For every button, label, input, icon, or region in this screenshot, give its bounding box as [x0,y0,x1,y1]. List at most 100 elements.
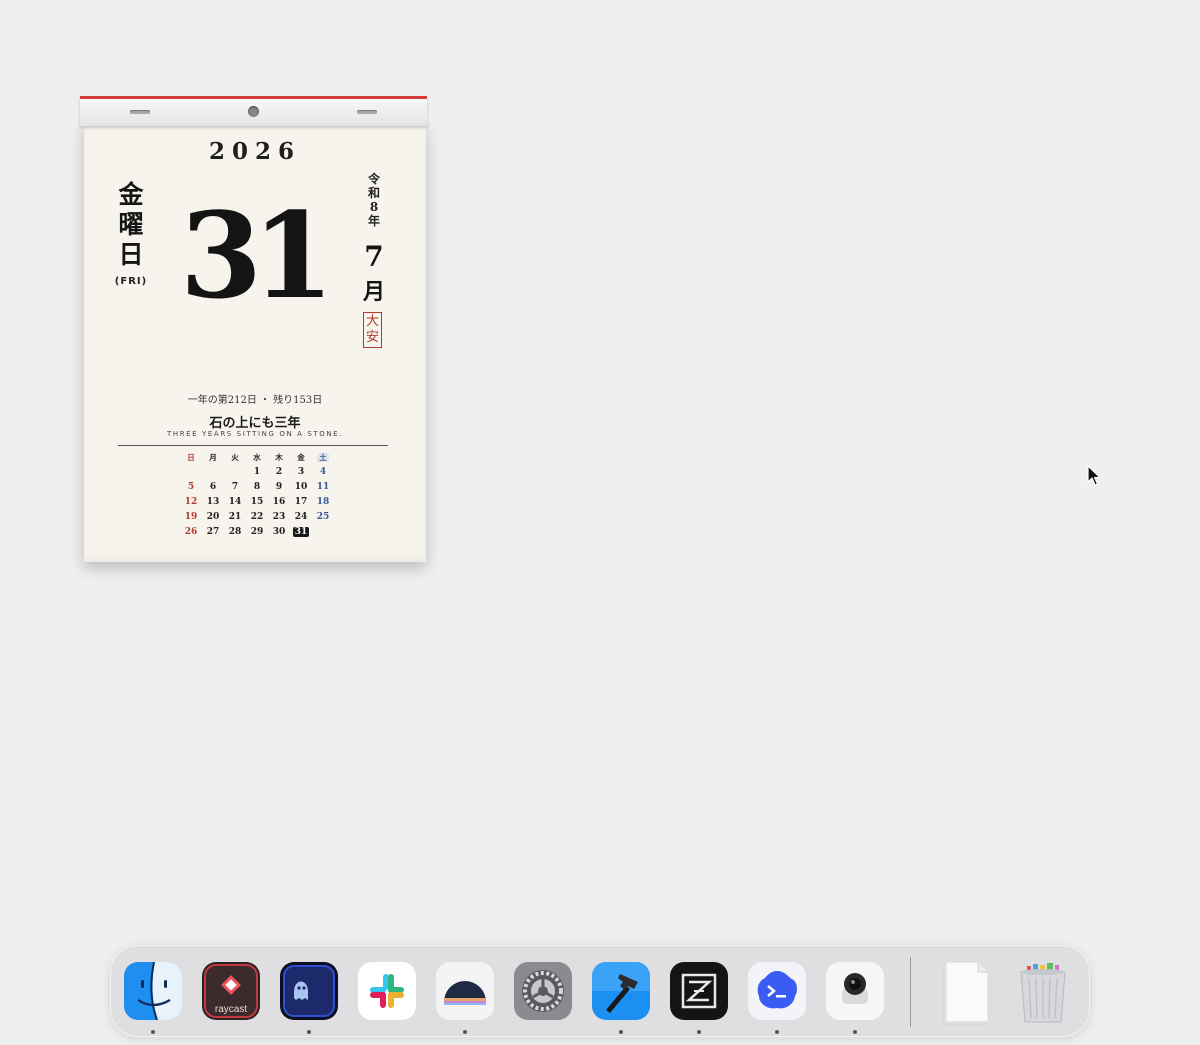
mini-calendar-day: 2 [275,466,283,477]
mini-calendar-week: 1 2 3 4 [180,464,334,479]
era-char: 和 [367,186,380,200]
trash-icon[interactable] [1014,962,1072,1023]
mini-calendar-day: 10 [294,481,308,492]
mini-calendar-day: 17 [294,496,308,507]
weekday-kanji: 金 曜 日 [114,180,148,270]
era-char: 令 [367,172,380,186]
mini-calendar-day: 14 [228,496,242,507]
mini-calendar-day: 9 [275,481,283,492]
mini-calendar-week: 12 13 14 15 16 17 18 [180,494,334,509]
running-indicator [619,1030,623,1034]
era-year: 令 和 8 年 [364,172,384,228]
day-of-month: 31 [180,186,334,325]
camera-app-icon[interactable] [826,962,884,1020]
calendar-widget[interactable]: 2026 金 曜 日 (FRI) 31 令 和 8 年 7 月 大 安 一年の第… [80,96,427,562]
weekday-header-row: 日 月 火 水 木 金 土 [180,451,334,464]
weekday-header: 水 [253,453,261,462]
dock: raycast [110,945,1090,1037]
xcode-hammer-icon[interactable] [592,962,650,1020]
mini-calendar-day [202,464,224,479]
warp-terminal-icon[interactable] [748,962,806,1020]
calendar-year: 2026 [208,138,301,165]
calendar-page: 2026 金 曜 日 (FRI) 31 令 和 8 年 7 月 大 安 一年の第… [84,124,426,562]
mini-calendar-day: 28 [228,526,242,537]
month-number: 7 [364,240,384,273]
slack-icon[interactable] [358,962,416,1020]
zed-editor-icon[interactable] [670,962,728,1020]
mini-calendar-day: 8 [253,481,261,492]
day-of-year-info: 一年の第212日 ・ 残り153日 [187,395,323,406]
weekday-header: 火 [231,453,239,462]
era-char: 年 [367,214,380,228]
weekday-char: 日 [118,240,144,269]
mini-calendar-day [224,464,246,479]
raycast-label: raycast [214,1004,248,1015]
mini-calendar-day: 25 [316,511,330,522]
running-indicator [151,1030,155,1034]
mini-calendar-day: 27 [206,526,220,537]
mini-calendar-day [312,524,334,539]
mini-calendar-day: 7 [231,481,239,492]
mini-month-calendar: 日 月 火 水 木 金 土 1 2 3 4 5 6 7 8 9 10 11 12 13 14 15 16 17 1… [180,451,334,539]
mini-calendar-week: 5 6 7 8 9 10 11 [180,479,334,494]
calendar-binding-strip [80,96,427,126]
mini-calendar-day: 19 [184,511,198,522]
mini-calendar-day: 31 [290,524,312,539]
mini-calendar-day [180,464,202,479]
binding-slot-icon [130,110,150,114]
weekday-header: 日 [187,453,195,462]
raycast-icon[interactable]: raycast [202,962,260,1020]
mouse-pointer-icon [1087,465,1101,486]
rokuyo-char: 安 [365,330,379,345]
finder-icon[interactable] [124,962,182,1020]
mini-calendar-day: 3 [297,466,305,477]
mini-calendar-day: 23 [272,511,286,522]
weekday-char: 金 [118,180,144,209]
running-indicator [463,1030,467,1034]
mini-calendar-day: 15 [250,496,264,507]
weekday-header: 土 [312,451,334,464]
mini-calendar-day: 16 [272,496,286,507]
horizon-app-icon[interactable] [436,962,494,1020]
binding-slot-icon [357,110,377,114]
mini-calendar-day: 1 [253,466,261,477]
mini-calendar-day: 5 [187,481,195,492]
running-indicator [307,1030,311,1034]
mini-calendar-day: 13 [206,496,220,507]
weekday-header: 金 [297,453,305,462]
ghost-terminal-icon[interactable] [280,962,338,1020]
document-stack-icon[interactable] [936,961,994,1025]
divider-line [118,445,388,446]
month-kanji: 月 [362,279,385,305]
mini-calendar-day: 30 [272,526,286,537]
system-settings-icon[interactable] [514,962,572,1020]
weekday-header: 木 [275,453,283,462]
mini-calendar-day: 21 [228,511,242,522]
weekday-header-label: 土 [317,453,329,462]
running-indicator [697,1030,701,1034]
rokuyo-badge: 大 安 [363,312,382,348]
mini-calendar-day: 22 [250,511,264,522]
weekday-header: 月 [209,453,217,462]
mini-calendar-week: 26 27 28 29 30 31 [180,524,334,539]
running-indicator [775,1030,779,1034]
mini-calendar-day: 26 [184,526,198,537]
running-indicator [853,1030,857,1034]
mini-calendar-body: 1 2 3 4 5 6 7 8 9 10 11 12 13 14 15 16 17 18 19 20 21 22 23 24 2… [180,464,334,539]
mini-calendar-day: 18 [316,496,330,507]
proverb-translation: THREE YEARS SITTING ON A STONE. [166,430,344,438]
mini-calendar-day: 4 [319,466,327,477]
mini-calendar-day: 29 [250,526,264,537]
hanging-hole-icon [248,106,259,117]
mini-calendar-day: 20 [206,511,220,522]
mini-calendar-day: 6 [209,481,217,492]
weekday-char: 曜 [118,210,144,239]
mini-calendar-day: 11 [316,481,330,492]
today-marker: 31 [292,526,310,537]
proverb: 石の上にも三年 [209,416,301,431]
dock-divider [910,957,911,1027]
mini-calendar-day: 24 [294,511,308,522]
mini-calendar-day: 12 [184,496,198,507]
rokuyo-char: 大 [365,314,379,329]
weekday-english: (FRI) [114,276,148,287]
